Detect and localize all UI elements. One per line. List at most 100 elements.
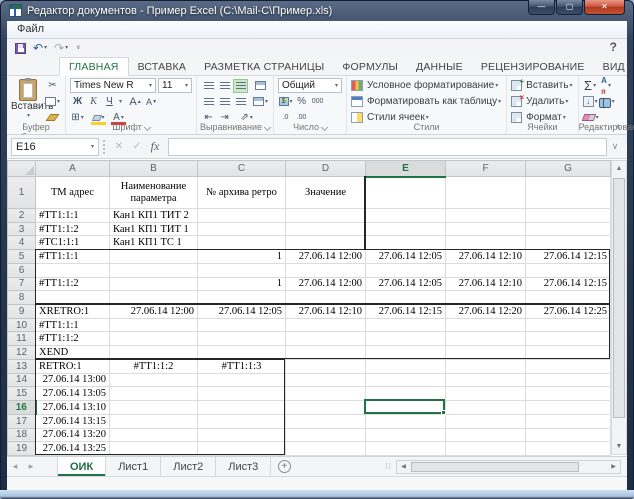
- cell-E12[interactable]: [366, 346, 446, 360]
- cell-E15[interactable]: [366, 387, 446, 401]
- vertical-scroll-thumb[interactable]: [613, 178, 625, 418]
- cell-B13[interactable]: #ТТ1:1:2: [110, 359, 198, 373]
- cell-C6[interactable]: [198, 263, 286, 277]
- align-bottom-button[interactable]: [233, 79, 248, 93]
- cell-D11[interactable]: [286, 332, 366, 346]
- cell-B8[interactable]: [110, 291, 198, 305]
- cell-C19[interactable]: [198, 442, 286, 456]
- ribbon-tab-вид[interactable]: ВИД: [594, 58, 634, 75]
- cell-A4[interactable]: #ТС1:1:1: [36, 236, 110, 250]
- cell-F12[interactable]: [446, 346, 526, 360]
- cell-D7[interactable]: 27.06.14 12:00: [286, 277, 366, 291]
- cell-B14[interactable]: [110, 373, 198, 387]
- dialog-launcher-icon[interactable]: [264, 124, 271, 131]
- cell-B15[interactable]: [110, 387, 198, 401]
- cell-D10[interactable]: [286, 318, 366, 332]
- cell-B3[interactable]: Кан1 КП1 ТИТ 1: [110, 222, 198, 236]
- cell-E18[interactable]: [366, 428, 446, 442]
- horizontal-scrollbar[interactable]: ◀ ▶: [396, 460, 621, 474]
- row-header-14[interactable]: 14: [8, 373, 36, 387]
- cell-D6[interactable]: [286, 263, 366, 277]
- cell-A9[interactable]: XRETRO:1: [36, 305, 110, 319]
- cell-A15[interactable]: 27.06.14 13:05: [36, 387, 110, 401]
- cell-E9[interactable]: 27.06.14 12:15: [366, 305, 446, 319]
- cell-F15[interactable]: [446, 387, 526, 401]
- row-header-5[interactable]: 5: [8, 250, 36, 264]
- row-header-19[interactable]: 19: [8, 442, 36, 456]
- align-right-button[interactable]: [233, 95, 248, 109]
- insert-cells-button[interactable]: +Вставить▾: [511, 79, 572, 93]
- row-header-15[interactable]: 15: [8, 387, 36, 401]
- cell-F11[interactable]: [446, 332, 526, 346]
- cell-A18[interactable]: 27.06.14 13:20: [36, 428, 110, 442]
- cell-E4[interactable]: [366, 236, 446, 250]
- cell-C7[interactable]: 1: [198, 277, 286, 291]
- cell-C8[interactable]: [198, 291, 286, 305]
- cell-F1[interactable]: [446, 177, 526, 209]
- column-header-G[interactable]: G: [526, 161, 611, 177]
- cell-C18[interactable]: [198, 428, 286, 442]
- ribbon-tab-главная[interactable]: ГЛАВНАЯ: [59, 57, 129, 76]
- cell-F19[interactable]: [446, 442, 526, 456]
- ribbon-tab-рецензирование[interactable]: РЕЦЕНЗИРОВАНИЕ: [472, 58, 594, 75]
- bold-button[interactable]: Ж: [70, 95, 85, 109]
- cell-D8[interactable]: [286, 291, 366, 305]
- cell-G4[interactable]: [526, 236, 611, 250]
- cell-D3[interactable]: [286, 222, 366, 236]
- cell-G7[interactable]: 27.06.14 12:15: [526, 277, 611, 291]
- cell-G3[interactable]: [526, 222, 611, 236]
- row-header-16[interactable]: 16: [8, 401, 36, 415]
- cell-G19[interactable]: [526, 442, 611, 456]
- cell-C15[interactable]: [198, 387, 286, 401]
- row-header-1[interactable]: 1: [8, 177, 36, 209]
- cell-D18[interactable]: [286, 428, 366, 442]
- column-header-F[interactable]: F: [446, 161, 526, 177]
- help-button[interactable]: ?: [610, 40, 617, 54]
- cell-C3[interactable]: [198, 222, 286, 236]
- cell-E17[interactable]: [366, 414, 446, 428]
- wrap-text-button[interactable]: [253, 79, 268, 93]
- cell-F4[interactable]: [446, 236, 526, 250]
- cell-B19[interactable]: [110, 442, 198, 456]
- cell-G9[interactable]: 27.06.14 12:25: [526, 305, 611, 319]
- cell-F13[interactable]: [446, 359, 526, 373]
- cell-E8[interactable]: [366, 291, 446, 305]
- cell-B6[interactable]: [110, 263, 198, 277]
- cut-button[interactable]: ✂: [45, 79, 60, 93]
- row-header-13[interactable]: 13: [8, 359, 36, 373]
- cell-B16[interactable]: [110, 401, 198, 415]
- cell-D9[interactable]: 27.06.14 12:10: [286, 305, 366, 319]
- title-bar[interactable]: Редактор документов - Пример Excel (C:\M…: [0, 0, 634, 21]
- cell-D15[interactable]: [286, 387, 366, 401]
- cell-G17[interactable]: [526, 414, 611, 428]
- decrease-font-button[interactable]: А▼: [144, 95, 159, 109]
- row-header-11[interactable]: 11: [8, 332, 36, 346]
- ribbon-tab-вставка[interactable]: ВСТАВКА: [129, 58, 195, 75]
- sheet-nav-right-button[interactable]: ▸: [23, 457, 39, 476]
- column-header-C[interactable]: C: [198, 161, 286, 177]
- cell-A11[interactable]: #ТТ1:1:2: [36, 332, 110, 346]
- minimize-button[interactable]: —: [528, 0, 555, 15]
- cell-F7[interactable]: 27.06.14 12:10: [446, 277, 526, 291]
- cell-B17[interactable]: [110, 414, 198, 428]
- cell-A10[interactable]: #ТТ1:1:1: [36, 318, 110, 332]
- maximize-button[interactable]: ▢: [556, 0, 583, 15]
- sort-filter-button[interactable]: Ая▾: [599, 79, 614, 93]
- percent-button[interactable]: %: [294, 95, 309, 109]
- row-header-12[interactable]: 12: [8, 346, 36, 360]
- cell-F8[interactable]: [446, 291, 526, 305]
- ribbon-tab-разметка-страницы[interactable]: РАЗМЕТКА СТРАНИЦЫ: [195, 58, 333, 75]
- scroll-up-button[interactable]: ▲: [612, 161, 626, 176]
- cell-A5[interactable]: #ТТ1:1:1: [36, 250, 110, 264]
- cell-A13[interactable]: RETRO:1: [36, 359, 110, 373]
- cell-E13[interactable]: [366, 359, 446, 373]
- cell-C17[interactable]: [198, 414, 286, 428]
- chevron-down-icon[interactable]: ▾: [44, 40, 47, 56]
- font-name-combo[interactable]: Times New R▾: [70, 78, 156, 93]
- delete-cells-button[interactable]: ×Удалить▾: [511, 95, 568, 109]
- scroll-right-button[interactable]: ▶: [607, 461, 620, 473]
- cell-C5[interactable]: 1: [198, 250, 286, 264]
- column-header-E[interactable]: E: [366, 161, 446, 177]
- dialog-launcher-icon[interactable]: [144, 124, 151, 131]
- cell-E3[interactable]: [366, 222, 446, 236]
